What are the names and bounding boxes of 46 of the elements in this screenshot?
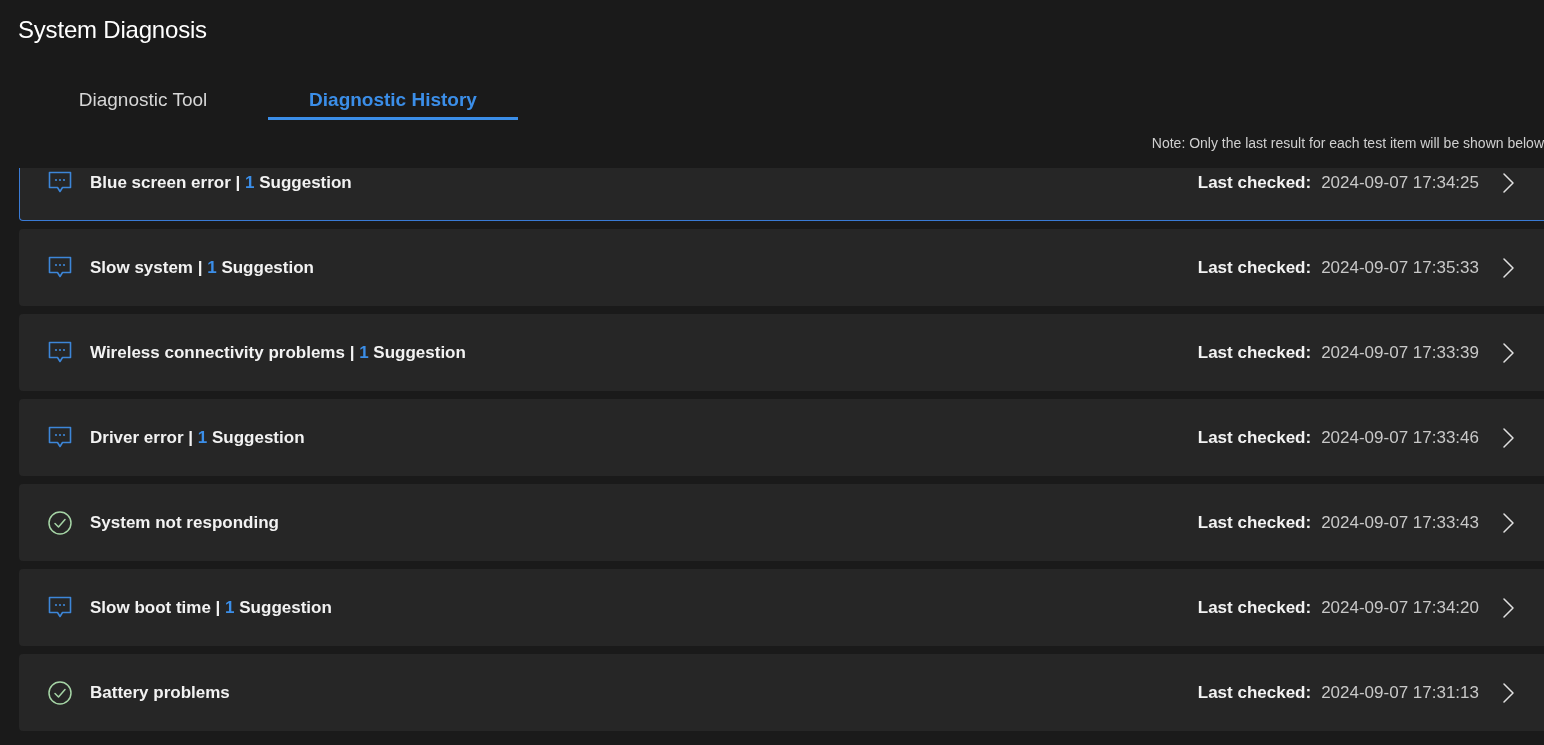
chevron-right-icon	[1503, 682, 1514, 703]
chevron-right-icon	[1503, 427, 1514, 448]
last-checked-label: Last checked:	[1197, 596, 1312, 619]
last-checked-label: Last checked:	[1197, 171, 1312, 194]
history-item[interactable]: Slow boot time | 1 Suggestion Last checked: 2024-09-07 17:34:20	[19, 569, 1544, 646]
item-title: Battery problems	[90, 681, 230, 704]
history-item[interactable]: Slow system | 1 Suggestion Last checked: 2024-09-07 17:35:33	[19, 229, 1544, 306]
chat-bubble-icon	[48, 171, 72, 194]
timestamp: 2024-09-07 17:33:46	[1321, 426, 1479, 449]
timestamp: 2024-09-07 17:34:25	[1321, 171, 1479, 194]
check-circle-icon	[48, 510, 72, 535]
timestamp: 2024-09-07 17:33:39	[1321, 341, 1479, 364]
last-checked-label: Last checked:	[1197, 511, 1312, 534]
chevron-right-icon	[1503, 257, 1514, 278]
chevron-right-icon	[1503, 342, 1514, 363]
history-item[interactable]: Wireless connectivity problems | 1 Suggestion Last checked: 2024-09-07 17:33:39	[19, 314, 1544, 391]
check-circle-icon	[48, 680, 72, 705]
timestamp: 2024-09-07 17:31:13	[1321, 681, 1479, 704]
item-title: Driver error | 1 Suggestion	[90, 426, 305, 449]
history-item[interactable]: Battery problems Last checked: 2024-09-07 17:31:13	[19, 654, 1544, 731]
chevron-right-icon	[1503, 512, 1514, 533]
last-checked-label: Last checked:	[1197, 341, 1312, 364]
item-title: Slow boot time | 1 Suggestion	[90, 596, 332, 619]
tab[interactable]: Diagnostic Tool	[18, 81, 268, 120]
note-text: Note: Only the last result for each test item will be shown below	[1151, 134, 1544, 153]
history-item[interactable]: Driver error | 1 Suggestion Last checked: 2024-09-07 17:33:46	[19, 399, 1544, 476]
item-title: Blue screen error | 1 Suggestion	[90, 171, 352, 194]
last-checked-label: Last checked:	[1197, 256, 1312, 279]
history-item[interactable]: Blue screen error | 1 Suggestion Last checked: 2024-09-07 17:34:25	[19, 168, 1544, 221]
chat-bubble-icon	[48, 426, 72, 449]
history-item[interactable]: System not responding Last checked: 2024-09-07 17:33:43	[19, 484, 1544, 561]
page-title: System Diagnosis	[18, 15, 208, 45]
item-title: System not responding	[90, 511, 279, 534]
timestamp: 2024-09-07 17:34:20	[1321, 596, 1479, 619]
timestamp: 2024-09-07 17:33:43	[1321, 511, 1479, 534]
chat-bubble-icon	[48, 596, 72, 619]
item-title: Wireless connectivity problems | 1 Suggestion	[90, 341, 466, 364]
chat-bubble-icon	[48, 341, 72, 364]
chevron-right-icon	[1503, 172, 1514, 193]
chevron-right-icon	[1503, 597, 1514, 618]
timestamp: 2024-09-07 17:35:33	[1321, 256, 1479, 279]
item-title: Slow system | 1 Suggestion	[90, 256, 314, 279]
last-checked-label: Last checked:	[1197, 426, 1312, 449]
chat-bubble-icon	[48, 256, 72, 279]
last-checked-label: Last checked:	[1197, 681, 1312, 704]
tab[interactable]: Diagnostic History	[268, 81, 518, 120]
